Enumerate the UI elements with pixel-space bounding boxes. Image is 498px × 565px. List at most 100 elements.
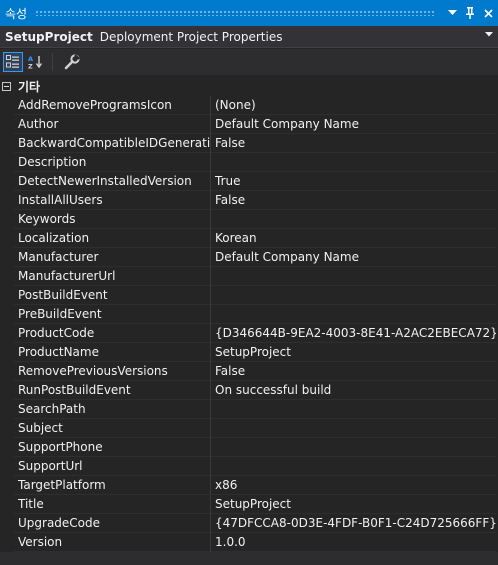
category-header[interactable]: 기타 (0, 77, 496, 96)
property-row[interactable]: RemovePreviousVersions False (0, 362, 496, 381)
property-row[interactable]: ManufacturerUrl (0, 267, 496, 286)
property-value[interactable]: False (211, 191, 496, 210)
property-name[interactable]: Description (14, 153, 211, 172)
auto-hide-button[interactable] (462, 4, 478, 22)
property-name[interactable]: SearchPath (14, 400, 211, 419)
property-value[interactable]: SetupProject (211, 495, 496, 514)
property-row[interactable]: Keywords (0, 210, 496, 229)
row-gutter (0, 324, 14, 343)
chevron-down-icon (447, 10, 457, 15)
property-name[interactable]: AddRemoveProgramsIcon (14, 96, 211, 115)
property-row[interactable]: Version 1.0.0 (0, 533, 496, 552)
drag-grip[interactable] (35, 10, 436, 16)
property-name[interactable]: BackwardCompatibleIDGeneration (14, 134, 211, 153)
property-row[interactable]: BackwardCompatibleIDGeneration False (0, 134, 496, 153)
window-position-button[interactable] (444, 4, 460, 22)
object-name: SetupProject (5, 29, 93, 44)
property-value[interactable]: True (211, 172, 496, 191)
property-row[interactable]: ProductName SetupProject (0, 343, 496, 362)
property-row[interactable]: SearchPath (0, 400, 496, 419)
property-pages-button[interactable] (62, 52, 82, 72)
categorized-button[interactable] (3, 52, 23, 72)
row-gutter (0, 267, 14, 286)
property-name[interactable]: PreBuildEvent (14, 305, 211, 324)
property-row[interactable]: Localization Korean (0, 229, 496, 248)
property-value[interactable] (211, 305, 496, 324)
property-value[interactable]: 1.0.0 (211, 533, 496, 552)
object-selector[interactable]: SetupProject Deployment Project Properti… (0, 26, 498, 48)
property-name[interactable]: InstallAllUsers (14, 191, 211, 210)
property-name[interactable]: Version (14, 533, 211, 552)
close-button[interactable] (480, 4, 496, 22)
property-name[interactable]: ProductCode (14, 324, 211, 343)
property-value[interactable]: Default Company Name (211, 115, 496, 134)
property-value[interactable]: x86 (211, 476, 496, 495)
property-row[interactable]: Title SetupProject (0, 495, 496, 514)
property-row[interactable]: Author Default Company Name (0, 115, 496, 134)
property-row[interactable]: Subject (0, 419, 496, 438)
property-value[interactable]: False (211, 362, 496, 381)
property-name[interactable]: DetectNewerInstalledVersion (14, 172, 211, 191)
property-row[interactable]: PostBuildEvent (0, 286, 496, 305)
property-row[interactable]: SupportPhone (0, 438, 496, 457)
property-name[interactable]: Subject (14, 419, 211, 438)
property-value[interactable] (211, 286, 496, 305)
property-value[interactable]: (None) (211, 96, 496, 115)
property-value[interactable]: SetupProject (211, 343, 496, 362)
title-bar: 속성 (0, 0, 498, 26)
row-gutter (0, 153, 14, 172)
property-name[interactable]: UpgradeCode (14, 514, 211, 533)
property-value[interactable] (211, 419, 496, 438)
row-gutter (0, 533, 14, 552)
property-value[interactable]: {D346644B-9EA2-4003-8E41-A2AC2EBECA72} (211, 324, 496, 343)
toolbar-separator (52, 53, 53, 71)
property-value[interactable] (211, 457, 496, 476)
property-value[interactable]: False (211, 134, 496, 153)
property-name[interactable]: ManufacturerUrl (14, 267, 211, 286)
property-name[interactable]: Title (14, 495, 211, 514)
dropdown-arrow-icon[interactable] (485, 30, 493, 40)
properties-toolbar: A Z (0, 49, 498, 75)
alphabetical-button[interactable]: A Z (26, 52, 46, 72)
property-row[interactable]: TargetPlatform x86 (0, 476, 496, 495)
property-name[interactable]: Localization (14, 229, 211, 248)
row-gutter (0, 191, 14, 210)
property-name[interactable]: ProductName (14, 343, 211, 362)
row-gutter (0, 343, 14, 362)
property-name[interactable]: Author (14, 115, 211, 134)
property-row[interactable]: InstallAllUsers False (0, 191, 496, 210)
property-value[interactable] (211, 400, 496, 419)
property-value[interactable]: On successful build (211, 381, 496, 400)
property-value[interactable] (211, 267, 496, 286)
row-gutter (0, 134, 14, 153)
property-name[interactable]: PostBuildEvent (14, 286, 211, 305)
property-name[interactable]: Keywords (14, 210, 211, 229)
svg-text:Z: Z (28, 63, 33, 70)
property-row[interactable]: Manufacturer Default Company Name (0, 248, 496, 267)
property-value[interactable] (211, 153, 496, 172)
property-value[interactable]: Korean (211, 229, 496, 248)
property-row[interactable]: RunPostBuildEvent On successful build (0, 381, 496, 400)
panel-title: 속성 (5, 6, 28, 21)
row-gutter (0, 305, 14, 324)
property-name[interactable]: SupportUrl (14, 457, 211, 476)
property-name[interactable]: Manufacturer (14, 248, 211, 267)
property-name[interactable]: RunPostBuildEvent (14, 381, 211, 400)
property-row[interactable]: SupportUrl (0, 457, 496, 476)
property-row[interactable]: Description (0, 153, 496, 172)
property-row[interactable]: UpgradeCode {47DFCCA8-0D3E-4FDF-B0F1-C24D… (0, 514, 496, 533)
property-row[interactable]: AddRemoveProgramsIcon (None) (0, 96, 496, 115)
property-name[interactable]: TargetPlatform (14, 476, 211, 495)
row-gutter (0, 514, 14, 533)
property-row[interactable]: ProductCode {D346644B-9EA2-4003-8E41-A2AC… (0, 324, 496, 343)
property-row[interactable]: PreBuildEvent (0, 305, 496, 324)
property-name[interactable]: RemovePreviousVersions (14, 362, 211, 381)
property-value[interactable]: Default Company Name (211, 248, 496, 267)
property-value[interactable] (211, 210, 496, 229)
property-value[interactable] (211, 438, 496, 457)
collapse-icon[interactable] (2, 82, 11, 91)
property-row[interactable]: DetectNewerInstalledVersion True (0, 172, 496, 191)
property-value[interactable]: {47DFCCA8-0D3E-4FDF-B0F1-C24D725666FF} (211, 514, 496, 533)
row-gutter (0, 115, 14, 134)
property-name[interactable]: SupportPhone (14, 438, 211, 457)
